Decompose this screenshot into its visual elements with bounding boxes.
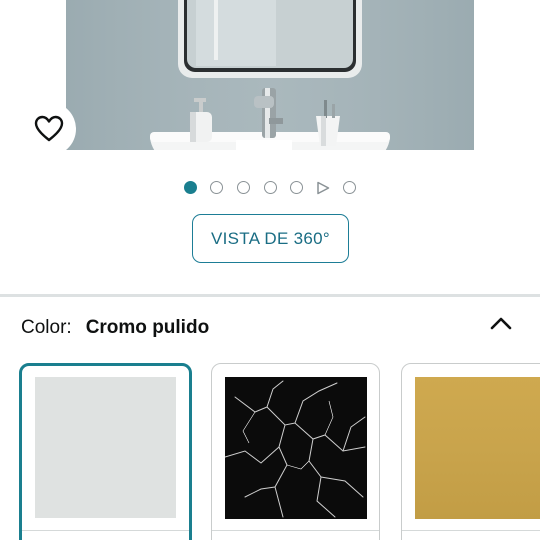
- carousel-dot-2[interactable]: [210, 181, 223, 194]
- heart-icon: [34, 115, 64, 142]
- swatch-image-black-marble: [225, 377, 367, 519]
- view-360-button[interactable]: VISTA DE 360°: [192, 214, 349, 263]
- carousel-dot-5[interactable]: [290, 181, 303, 194]
- carousel-dot-3[interactable]: [237, 181, 250, 194]
- swatch-separator: [402, 530, 540, 531]
- swatch-separator: [22, 530, 189, 531]
- color-selector-header[interactable]: Color: Cromo pulido: [21, 316, 209, 340]
- product-image[interactable]: [66, 0, 474, 150]
- bathroom-illustration: [66, 0, 474, 150]
- carousel-dot-1[interactable]: [184, 181, 197, 194]
- section-divider: [0, 294, 540, 297]
- carousel-dot-7[interactable]: [343, 181, 356, 194]
- product-page: VISTA DE 360° Color: Cromo pulido: [0, 0, 540, 540]
- swatch-image-gold: [415, 377, 540, 519]
- carousel-video-play-icon[interactable]: [316, 181, 330, 195]
- color-swatch-cromo-pulido[interactable]: [19, 363, 192, 540]
- color-swatch-marmol-negro[interactable]: [211, 363, 380, 540]
- selected-color-value: Cromo pulido: [85, 317, 210, 338]
- chevron-up-icon[interactable]: [488, 314, 514, 332]
- color-label: Color:: [21, 317, 72, 338]
- carousel-dot-4[interactable]: [264, 181, 277, 194]
- wishlist-button[interactable]: [22, 102, 76, 156]
- color-swatch-dorado[interactable]: [401, 363, 540, 540]
- view-360-label: VISTA DE 360°: [210, 228, 331, 248]
- image-carousel-indicators: [0, 181, 540, 195]
- swatch-image-chrome: [35, 377, 176, 518]
- swatch-separator: [212, 530, 379, 531]
